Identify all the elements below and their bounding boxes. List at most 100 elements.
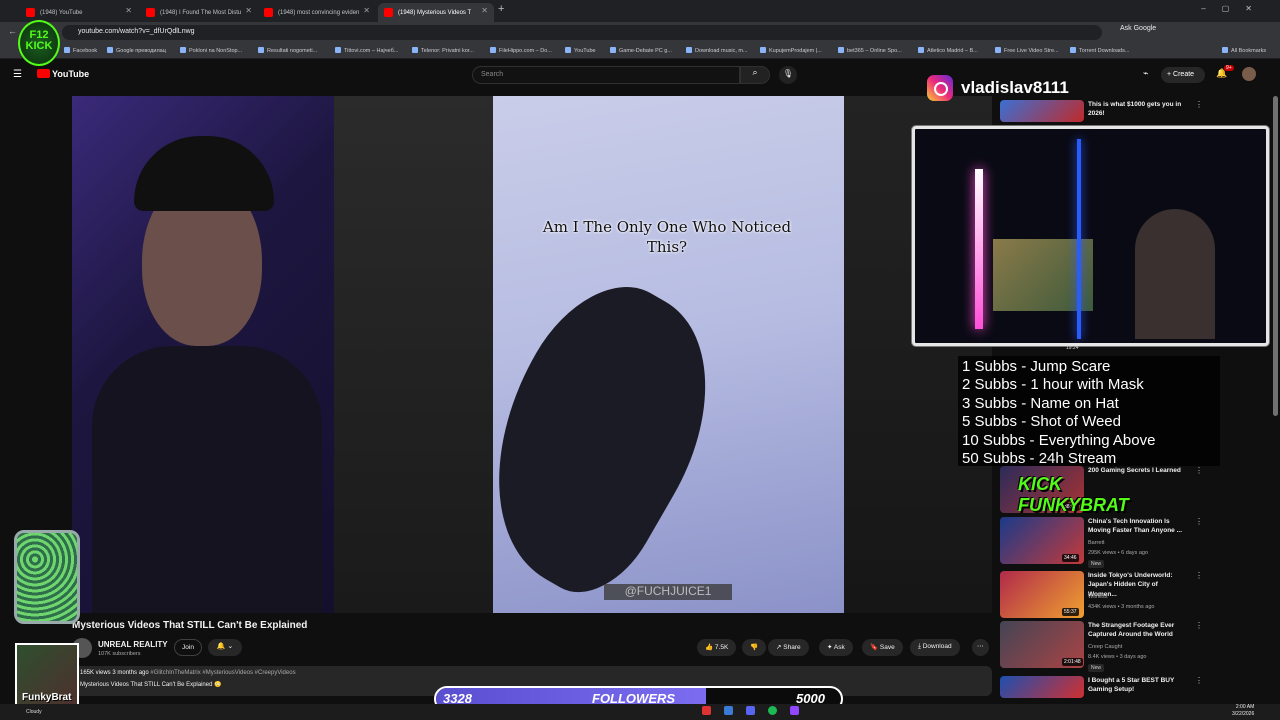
bookmark[interactable]: bet365 – Online Spo... [838, 47, 902, 54]
windows-taskbar [0, 704, 1280, 720]
recommended-title[interactable]: The Strangest Footage Ever Captured Arou… [1088, 621, 1188, 640]
voice-search-button[interactable]: 🎙 [779, 66, 797, 84]
more-options-icon[interactable]: ⋮ [1195, 571, 1203, 580]
all-bookmarks[interactable]: All Bookmarks [1222, 47, 1266, 54]
save-label: Save [879, 644, 895, 651]
taskbar-app-icon[interactable] [724, 706, 733, 715]
close-tab-icon[interactable]: ✕ [363, 6, 370, 15]
bookmark[interactable]: Google преводилац [107, 47, 166, 54]
bookmark[interactable]: Atletico Madrid – B... [918, 47, 978, 54]
youtube-play-icon [37, 69, 50, 78]
more-options-icon[interactable]: ⋮ [1195, 100, 1203, 109]
weather-widget[interactable]: Cloudy [26, 709, 42, 715]
notification-count-badge: 9+ [1224, 65, 1234, 71]
instagram-handle: vladislav8111 [961, 78, 1069, 97]
youtube-logo[interactable]: YouTube [37, 69, 89, 79]
bookmark[interactable]: Telenor: Privatni kor... [412, 47, 474, 54]
bookmark[interactable]: Resultati nogometi... [258, 47, 317, 54]
hashtags[interactable]: #GlitchInTheMatrix #MysteriousVideos #Cr… [150, 670, 295, 676]
dislike-button[interactable]: 👎 [742, 639, 767, 656]
webcam-timestamp: 19:24 [1066, 345, 1079, 351]
more-options-icon[interactable]: ⋮ [1195, 676, 1203, 685]
more-actions-button[interactable]: ⋯ [972, 639, 989, 656]
recommended-video[interactable]: 55:37 Inside Tokyo's Underworld: Japan's… [1000, 571, 1270, 621]
recommended-stats: 8.4K views • 3 days ago [1088, 654, 1147, 660]
bookmark[interactable]: Free Live Video Stre... [995, 47, 1059, 54]
account-avatar[interactable] [1242, 67, 1256, 81]
url-input[interactable]: youtube.com/watch?v=_dfUrQdlLnwg [62, 25, 1102, 40]
window-controls[interactable]: –▢✕ [1201, 4, 1268, 13]
video-metadata: 165K views 3 months ago #GlitchInTheMatr… [80, 670, 296, 676]
taskbar-app-icon[interactable] [790, 706, 799, 715]
taskbar-app-icon[interactable] [702, 706, 711, 715]
recommended-channel[interactable]: Witness [1088, 594, 1108, 600]
new-tab-button[interactable]: + [498, 3, 504, 15]
bookmark[interactable]: Game-Debate PC g... [610, 47, 672, 54]
recommended-channel[interactable]: Barrett [1088, 540, 1105, 546]
microphone-icon: 🎙 [782, 69, 794, 78]
youtube-favicon-icon [146, 8, 155, 17]
recommended-title[interactable]: I Bought a 5 Star BEST BUY Gaming Setup! [1088, 676, 1188, 695]
recommended-channel[interactable]: Creep Caught [1088, 644, 1122, 650]
recommended-stats: 295K views • 6 days ago [1088, 550, 1149, 556]
browser-tab-active[interactable]: (1948) Mysterious Videos T ✕ [378, 3, 494, 22]
close-tab-icon[interactable]: ✕ [245, 6, 252, 15]
tab-label: (1948) Mysterious Videos T [398, 9, 472, 16]
sub-goal: 3 Subbs - Name on Hat [962, 394, 1119, 412]
more-options-icon[interactable]: ⋮ [1195, 517, 1203, 526]
close-tab-icon[interactable]: ✕ [481, 6, 488, 15]
recommended-video[interactable]: 34:46 China's Tech Innovation Is Moving … [1000, 517, 1270, 568]
bookmark[interactable]: Facebook [64, 47, 97, 54]
bookmark[interactable]: KupujemProdajem |... [760, 47, 822, 54]
recommended-title[interactable]: This is what $1000 gets you in 2026! [1088, 100, 1188, 119]
recommended-video[interactable]: I Bought a 5 Star BEST BUY Gaming Setup!… [1000, 676, 1270, 698]
close-tab-icon[interactable]: ✕ [125, 6, 132, 15]
spotify-icon[interactable] [768, 706, 777, 715]
ask-google-button[interactable]: Ask Google [1120, 25, 1156, 32]
reactor-webcam-feed [72, 96, 334, 613]
streamer-silhouette [1135, 209, 1215, 339]
save-button[interactable]: 🔖 Save [862, 639, 903, 656]
like-count: 7.5K [714, 644, 729, 651]
taskbar-app-icon[interactable] [746, 706, 755, 715]
tip-jar-overlay [14, 530, 80, 624]
sub-goals-overlay: 1 Subbs - Jump Scare 2 Subbs - 1 hour wi… [958, 356, 1220, 467]
video-thumbnail[interactable] [1000, 676, 1084, 698]
recommended-title[interactable]: China's Tech Innovation Is Moving Faster… [1088, 517, 1188, 536]
video-player[interactable]: Am I The Only One Who Noticed This? @FUC… [72, 96, 992, 613]
ask-label: Ask [833, 644, 845, 651]
share-label: Share [783, 644, 801, 651]
page-scrollbar[interactable] [1273, 96, 1278, 416]
browser-tab[interactable]: (1948) most convincing eviden ✕ [258, 3, 376, 22]
sub-goal: 2 Subbs - 1 hour with Mask [962, 376, 1144, 394]
recommended-video[interactable]: 2:01:48 The Strangest Footage Ever Captu… [1000, 621, 1270, 672]
search-input[interactable]: Search [472, 66, 740, 84]
ask-button[interactable]: ✦ Ask [819, 639, 853, 656]
system-clock[interactable]: 2:00 AM 3/22/2026 [1232, 704, 1254, 717]
search-button[interactable]: ⌕ [740, 66, 770, 84]
channel-name[interactable]: UNREAL REALITY [98, 640, 168, 649]
bookmark[interactable]: Pokloni na NonStop... [180, 47, 242, 54]
bookmark[interactable]: Download music, m... [686, 47, 748, 54]
bookmark[interactable]: YouTube [565, 47, 596, 54]
bookmark[interactable]: FileHippo.com – Do... [490, 47, 552, 54]
more-icon: ⋯ [977, 643, 984, 650]
download-button[interactable]: ⤓ Download [910, 639, 960, 656]
join-button[interactable]: Join [174, 639, 202, 656]
browser-tab[interactable]: (1948) I Found The Most Distu ✕ [140, 3, 258, 22]
like-button[interactable]: 👍 7.5K [697, 639, 737, 656]
menu-icon[interactable]: ☰ [13, 69, 22, 80]
create-button[interactable]: + Create [1161, 67, 1205, 83]
share-button[interactable]: ↗ Share [768, 639, 809, 656]
bookmark[interactable]: Torrent Downloads... [1070, 47, 1129, 54]
cast-icon[interactable]: ⌁ [1143, 68, 1148, 79]
notification-bell-button[interactable]: 🔔 ⌄ [208, 639, 242, 656]
youtube-favicon-icon [264, 8, 273, 17]
bookmark[interactable]: Tittovi.com – Најчеб... [335, 47, 398, 54]
download-label: Download [922, 643, 952, 650]
view-count: 165K views 3 months ago [80, 670, 149, 676]
back-icon[interactable]: ← [8, 26, 17, 36]
more-options-icon[interactable]: ⋮ [1195, 621, 1203, 630]
streamer-webcam-overlay [912, 126, 1269, 346]
video-caption: Am I The Only One Who Noticed This? [542, 218, 792, 256]
